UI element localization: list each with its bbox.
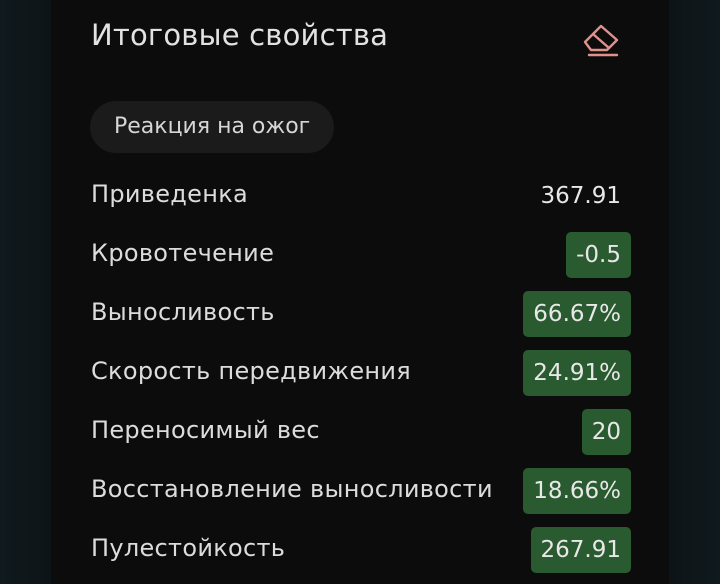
panel-title: Итоговые свойства bbox=[91, 18, 389, 52]
properties-list: Приведенка 367.91 Кровотечение -0.5 Выно… bbox=[91, 167, 631, 580]
property-label: Выносливость bbox=[91, 298, 275, 326]
property-label: Восстановление выносливости bbox=[91, 475, 493, 503]
property-label: Пулестойкость bbox=[91, 534, 286, 562]
property-value-badge: -0.5 bbox=[566, 232, 631, 278]
property-label: Кровотечение bbox=[91, 239, 275, 267]
property-row: Кровотечение -0.5 bbox=[91, 226, 631, 285]
property-row: Восстановление выносливости 18.66% bbox=[91, 462, 631, 521]
property-value-badge: 24.91% bbox=[523, 350, 631, 396]
property-row: Выносливость 66.67% bbox=[91, 285, 631, 344]
property-row: Пулестойкость 267.91 bbox=[91, 521, 631, 580]
filter-chip[interactable]: Реакция на ожог bbox=[90, 101, 335, 153]
panel-header: Итоговые свойства bbox=[91, 14, 629, 62]
property-value-badge: 18.66% bbox=[523, 468, 631, 514]
property-value-badge: 20 bbox=[581, 409, 631, 455]
property-row: Переносимый вес 20 bbox=[91, 403, 631, 462]
property-value-badge: 267.91 bbox=[530, 527, 631, 573]
property-row: Скорость передвижения 24.91% bbox=[91, 344, 631, 403]
summary-properties-panel: Итоговые свойства Реакция на ожог Привед… bbox=[51, 0, 669, 584]
property-label: Приведенка bbox=[91, 180, 249, 208]
eraser-icon[interactable] bbox=[581, 22, 623, 58]
property-label: Скорость передвижения bbox=[91, 357, 412, 385]
property-value: 367.91 bbox=[540, 183, 621, 209]
property-value-badge: 66.67% bbox=[523, 291, 631, 337]
property-label: Переносимый вес bbox=[91, 416, 320, 444]
property-row: Приведенка 367.91 bbox=[91, 167, 631, 226]
